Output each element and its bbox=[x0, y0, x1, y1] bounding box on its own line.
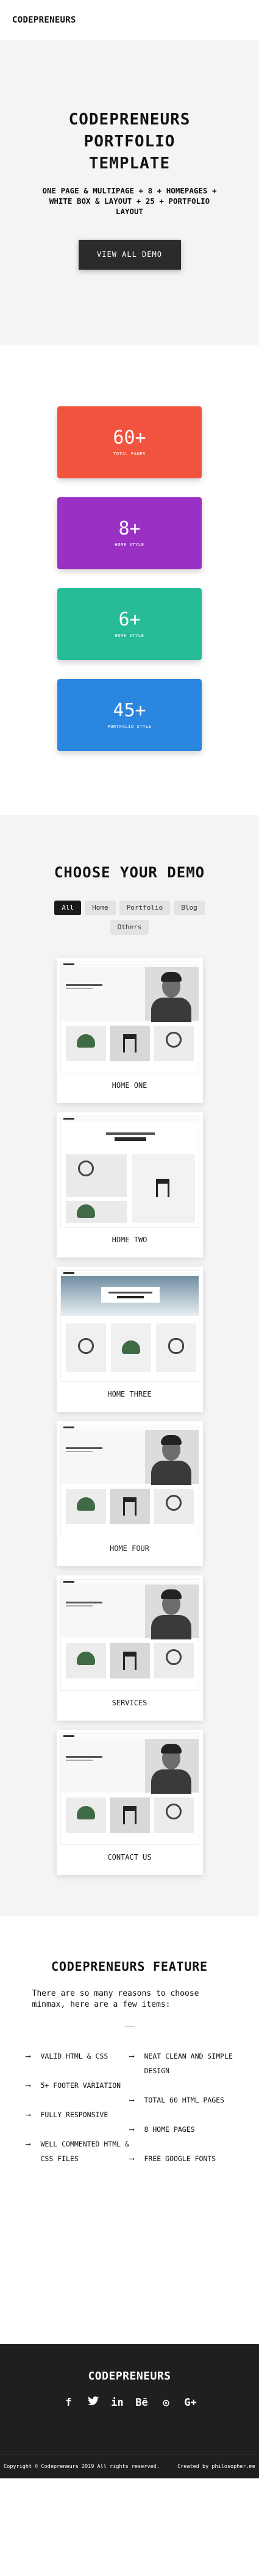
footer-brand[interactable]: CODEPRENEURS bbox=[0, 2370, 259, 2383]
features-section: CODEPRENEURS FEATURE There are so many r… bbox=[0, 1916, 259, 2344]
demo-card-title[interactable]: CONTACT US bbox=[60, 1845, 199, 1869]
stat-number: 6+ bbox=[118, 609, 141, 630]
stat-label: HOME STYLE bbox=[115, 633, 144, 638]
demo-thumbnail[interactable] bbox=[60, 1425, 199, 1536]
features-intro: There are so many reasons to choose minm… bbox=[32, 1989, 199, 2009]
feature-list: ⟶ VALID HTML & CSS ⟶ 5+ FOOTER VARIATION ⟶… bbox=[26, 2049, 233, 2181]
demo-card-contact-us[interactable]: CONTACT US bbox=[56, 1730, 203, 1875]
demo-thumbnail[interactable] bbox=[60, 1116, 199, 1228]
divider bbox=[124, 2026, 135, 2027]
arrow-right-icon: ⟶ bbox=[26, 2081, 30, 2090]
top-navbar: CODEPRENEURS bbox=[0, 0, 259, 40]
demo-card-home-one[interactable]: HOME ONE bbox=[56, 958, 203, 1103]
hero-title-line-3: TEMPLATE bbox=[88, 154, 171, 173]
page: CODEPRENEURS CODEPRENEURS PORTFOLIO TEMP… bbox=[0, 0, 259, 2576]
brand-logo[interactable]: CODEPRENEURS bbox=[12, 15, 76, 25]
stat-card-portfolio-style: 45+ PORTFOLIO STYLE bbox=[57, 679, 202, 751]
demo-card-home-two[interactable]: HOME TWO bbox=[56, 1112, 203, 1257]
stat-card-home-style: 8+ HOME STYLE bbox=[57, 497, 202, 569]
stat-number: 45+ bbox=[113, 700, 146, 721]
demo-thumbnail[interactable] bbox=[60, 1270, 199, 1382]
demo-card-title[interactable]: HOME FOUR bbox=[60, 1536, 199, 1561]
demo-filter-bar: All Home Portfolio Blog Others bbox=[41, 901, 218, 935]
demo-card-title[interactable]: HOME THREE bbox=[60, 1382, 199, 1406]
stats-section: 60+ TOTAL PAGES 8+ HOME STYLE 6+ HOME ST… bbox=[0, 345, 259, 815]
filter-blog[interactable]: Blog bbox=[174, 901, 205, 915]
stat-card-total-pages: 60+ TOTAL PAGES bbox=[57, 406, 202, 478]
stat-label: TOTAL PAGES bbox=[113, 452, 146, 456]
feature-item: ⟶ TOTAL 60 HTML PAGES bbox=[130, 2093, 233, 2107]
demos-title: CHOOSE YOUR DEMO bbox=[54, 864, 205, 881]
stat-number: 8+ bbox=[118, 518, 141, 539]
arrow-right-icon: ⟶ bbox=[129, 2096, 134, 2104]
stat-label: HOME STYLE bbox=[115, 542, 144, 547]
feature-item: ⟶ WELL COMMENTED HTML & CSS FILES bbox=[26, 2137, 130, 2166]
filter-portfolio[interactable]: Portfolio bbox=[119, 901, 171, 915]
linkedin-icon[interactable]: in bbox=[111, 2396, 124, 2409]
feature-item: ⟶ 8 HOME PAGES bbox=[130, 2122, 233, 2137]
demo-card-list: HOME ONE HOME TWO HOME THREE HOME FOUR S… bbox=[0, 958, 259, 1875]
arrow-right-icon: ⟶ bbox=[129, 2154, 134, 2163]
google-plus-icon[interactable]: G+ bbox=[184, 2396, 197, 2409]
feature-item: ⟶ NEAT CLEAN AND SIMPLE DESIGN bbox=[130, 2049, 233, 2078]
demo-thumbnail[interactable] bbox=[60, 1733, 199, 1845]
demo-card-home-three[interactable]: HOME THREE bbox=[56, 1267, 203, 1412]
arrow-right-icon: ⟶ bbox=[129, 2125, 134, 2134]
feature-item: ⟶ VALID HTML & CSS bbox=[26, 2049, 130, 2063]
demo-thumbnail[interactable] bbox=[60, 1579, 199, 1691]
twitter-icon[interactable] bbox=[87, 2396, 100, 2409]
hero-title-line-1: CODEPRENEURS bbox=[68, 110, 191, 129]
filter-all[interactable]: All bbox=[54, 901, 82, 915]
stat-label: PORTFOLIO STYLE bbox=[107, 724, 152, 729]
feature-item: ⟶ FREE GOOGLE FONTS bbox=[130, 2151, 233, 2166]
feature-item: ⟶ 5+ FOOTER VARIATION bbox=[26, 2078, 130, 2093]
dribbble-icon[interactable]: ◎ bbox=[160, 2396, 173, 2409]
demo-card-services[interactable]: SERVICES bbox=[56, 1575, 203, 1721]
feature-column-right: ⟶ NEAT CLEAN AND SIMPLE DESIGN ⟶ TOTAL 60 … bbox=[130, 2049, 233, 2181]
footer-bottom-bar: Copyright © Codepreneurs 2019 All rights… bbox=[0, 2454, 259, 2478]
arrow-right-icon: ⟶ bbox=[26, 2052, 30, 2060]
feature-column-left: ⟶ VALID HTML & CSS ⟶ 5+ FOOTER VARIATION ⟶… bbox=[26, 2049, 130, 2181]
arrow-right-icon: ⟶ bbox=[26, 2140, 30, 2148]
demo-card-title[interactable]: HOME ONE bbox=[60, 1073, 199, 1098]
demos-section: CHOOSE YOUR DEMO All Home Portfolio Blog… bbox=[0, 815, 259, 1916]
feature-item: ⟶ FULLY RESPONSIVE bbox=[26, 2107, 130, 2122]
hero-subtitle: ONE PAGE & MULTIPAGE + 8 + HOMEPAGES + W… bbox=[42, 186, 217, 216]
hero-section: CODEPRENEURS PORTFOLIO TEMPLATE ONE PAGE… bbox=[0, 40, 259, 345]
arrow-right-icon: ⟶ bbox=[26, 2110, 30, 2119]
facebook-icon[interactable]: f bbox=[62, 2396, 76, 2409]
filter-others[interactable]: Others bbox=[110, 920, 149, 935]
copyright-text: Copyright © Codepreneurs 2019 All rights… bbox=[4, 2463, 160, 2470]
demo-card-title[interactable]: HOME TWO bbox=[60, 1228, 199, 1252]
stat-card-home-style-2: 6+ HOME STYLE bbox=[57, 588, 202, 660]
arrow-right-icon: ⟶ bbox=[129, 2052, 134, 2060]
stat-number: 60+ bbox=[113, 427, 146, 448]
hero-title-line-2: PORTFOLIO bbox=[83, 132, 176, 151]
demo-card-title[interactable]: SERVICES bbox=[60, 1691, 199, 1715]
footer: CODEPRENEURS f in Bē ◎ G+ bbox=[0, 2344, 259, 2454]
view-all-demo-button[interactable]: VIEW ALL DEMO bbox=[78, 240, 181, 270]
features-title: CODEPRENEURS FEATURE bbox=[51, 1959, 208, 1974]
hero-title: CODEPRENEURS PORTFOLIO TEMPLATE bbox=[0, 109, 259, 174]
demo-card-home-four[interactable]: HOME FOUR bbox=[56, 1421, 203, 1566]
filter-home[interactable]: Home bbox=[85, 901, 116, 915]
social-links: f in Bē ◎ G+ bbox=[0, 2396, 259, 2409]
behance-icon[interactable]: Bē bbox=[135, 2396, 149, 2409]
demo-thumbnail[interactable] bbox=[60, 962, 199, 1073]
credit-text: Created by philosopher.me bbox=[177, 2463, 255, 2470]
